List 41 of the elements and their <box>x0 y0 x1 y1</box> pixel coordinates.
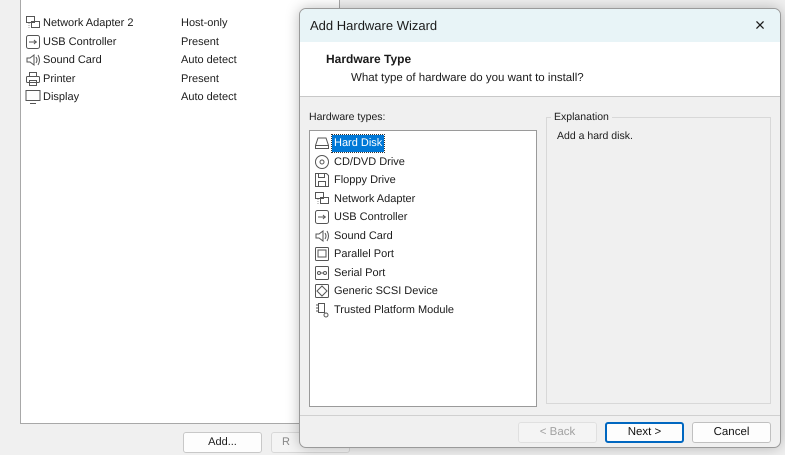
printer-icon <box>25 70 41 87</box>
list-item[interactable]: Hard Disk <box>332 135 384 152</box>
device-name[interactable]: Printer <box>43 70 179 87</box>
device-name[interactable]: Network Adapter 2 <box>43 15 179 32</box>
device-summary: Auto detect <box>181 53 237 68</box>
usb-icon <box>314 209 330 226</box>
device-name[interactable]: Display <box>43 89 179 106</box>
list-item[interactable]: Network Adapter <box>332 190 418 208</box>
window-title: Add Hardware Wizard <box>310 16 438 35</box>
list-item[interactable]: Floppy Drive <box>332 172 398 189</box>
network-icon <box>314 190 330 207</box>
close-button[interactable]: × <box>750 16 770 34</box>
chip-icon <box>314 302 330 318</box>
list-item[interactable]: CD/DVD Drive <box>332 154 407 170</box>
diamond-icon <box>314 283 330 300</box>
speaker-icon <box>314 228 330 244</box>
device-name[interactable]: USB Controller <box>43 34 179 50</box>
list-item[interactable]: Trusted Platform Module <box>332 302 456 318</box>
device-summary: Present <box>181 34 219 50</box>
list-label: Hardware types: <box>309 110 386 126</box>
monitor-icon <box>25 89 41 106</box>
disc-icon <box>314 154 330 170</box>
explanation-text: Add a hard disk. <box>556 129 634 144</box>
device-summary: Host-only <box>181 16 228 31</box>
device-name[interactable]: Sound Card <box>43 52 179 68</box>
speaker-icon <box>25 52 41 68</box>
port-icon <box>314 264 330 281</box>
page-subheading: What type of hardware do you want to install? <box>350 70 585 86</box>
port-icon <box>314 246 330 262</box>
list-item[interactable]: Parallel Port <box>332 246 396 263</box>
add-button[interactable]: Add... <box>183 432 262 453</box>
device-summary: Auto detect <box>181 90 237 105</box>
next-button[interactable]: Next > <box>605 422 684 444</box>
list-item[interactable]: Sound Card <box>332 228 395 244</box>
usb-icon <box>25 34 41 50</box>
list-item[interactable]: USB Controller <box>332 209 410 226</box>
list-item[interactable]: Generic SCSI Device <box>332 283 440 300</box>
cancel-button[interactable]: Cancel <box>692 422 771 444</box>
list-item[interactable]: Serial Port <box>332 264 388 282</box>
device-summary: Present <box>181 72 219 86</box>
page-heading: Hardware Type <box>326 50 412 68</box>
